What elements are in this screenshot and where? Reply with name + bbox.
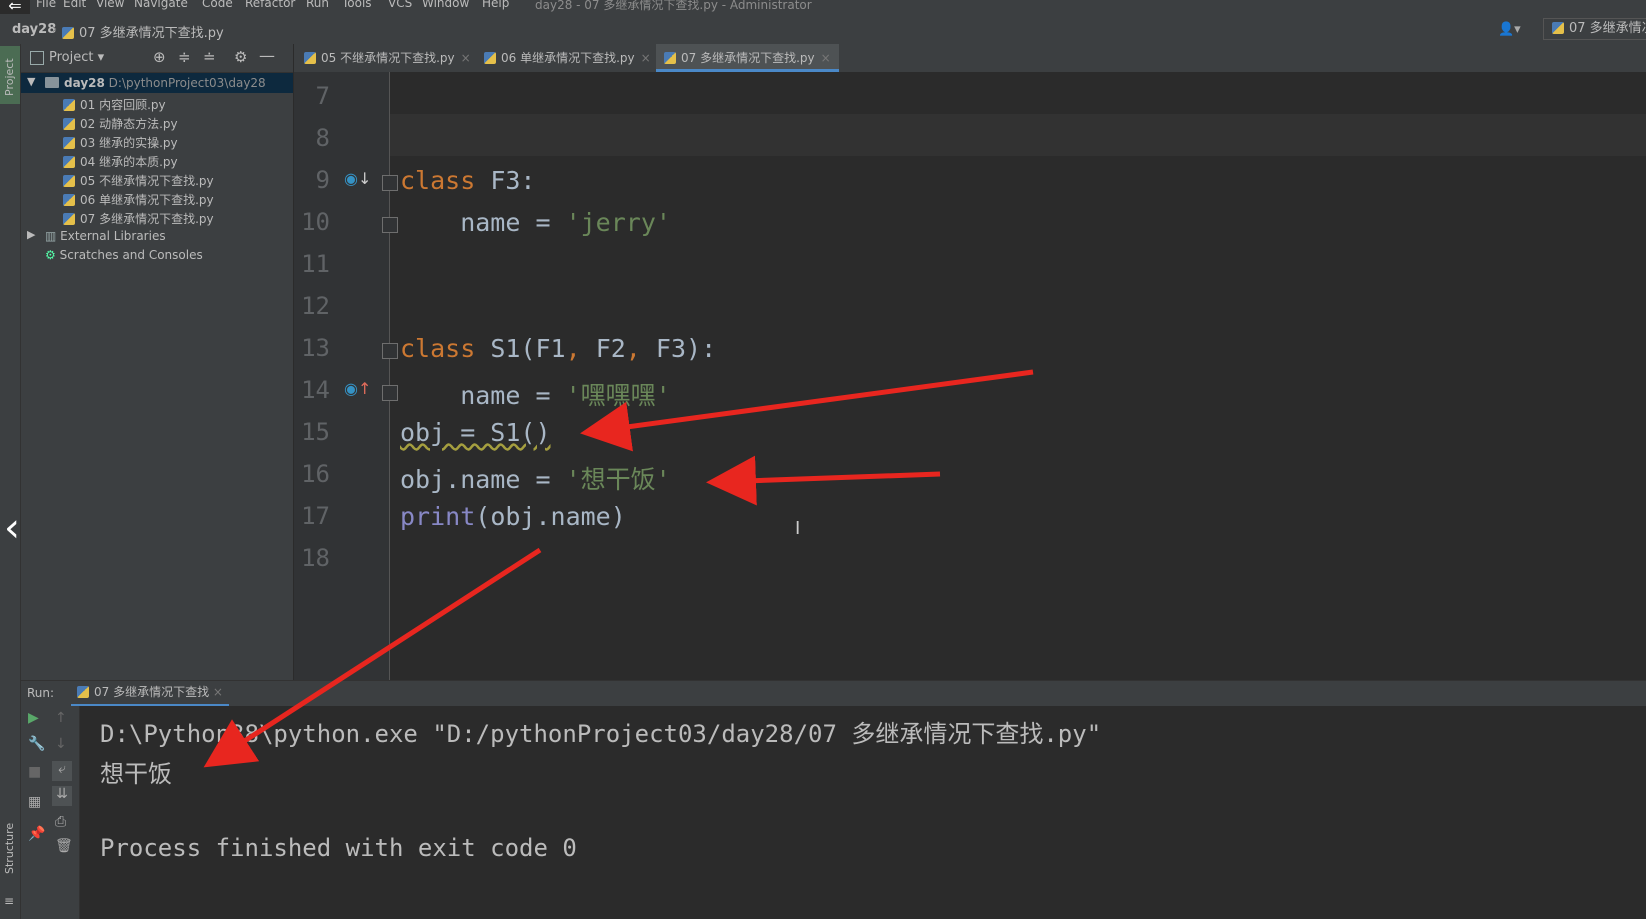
annotation-arrows bbox=[203, 369, 1034, 768]
arrow-to-obj-creation bbox=[580, 369, 1034, 452]
arrow-to-obj-name-assignment bbox=[706, 455, 941, 506]
arrow-to-console-output bbox=[203, 547, 542, 768]
